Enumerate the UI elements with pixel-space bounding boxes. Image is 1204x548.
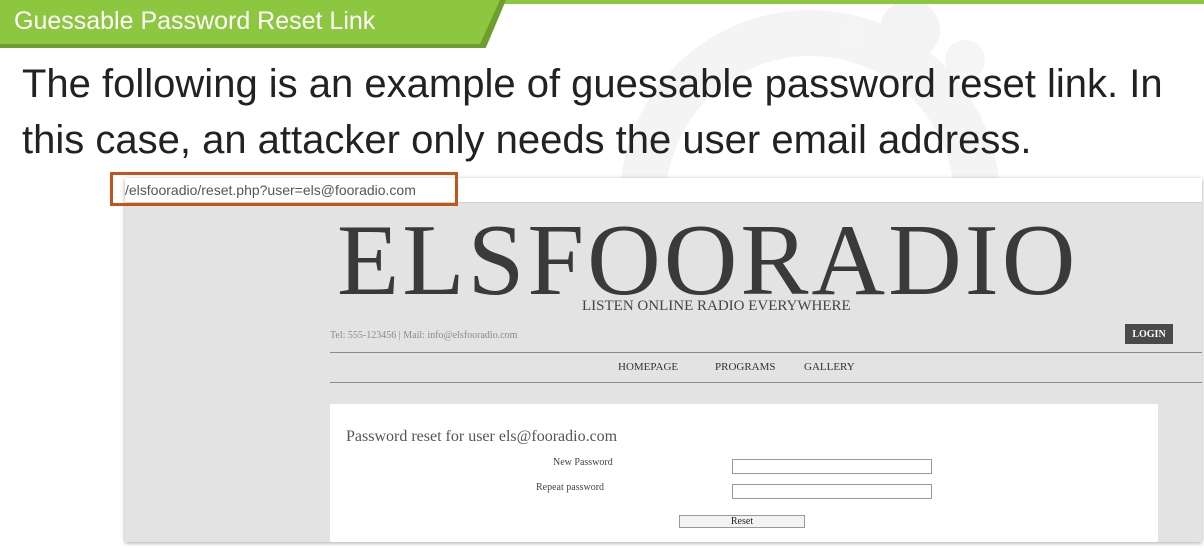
background-dot-decoration bbox=[840, 20, 866, 46]
background-dot-decoration bbox=[880, 0, 940, 60]
login-button[interactable]: LOGIN bbox=[1125, 324, 1173, 344]
site-tagline: LISTEN ONLINE RADIO EVERYWHERE bbox=[582, 298, 851, 314]
reset-button[interactable]: Reset bbox=[679, 515, 805, 528]
nav-item-homepage[interactable]: HOMEPAGE bbox=[618, 361, 678, 373]
nav-item-programs[interactable]: PROGRAMS bbox=[715, 361, 776, 373]
nav-bottom-rule bbox=[330, 382, 1202, 383]
repeat-password-label: Repeat password bbox=[536, 482, 605, 493]
new-password-field[interactable] bbox=[732, 459, 932, 474]
contact-info: Tel: 555-123456 | Mail: info@elsfooradio… bbox=[330, 330, 518, 341]
slide-body-text: The following is an example of guessable… bbox=[22, 62, 1163, 162]
nav-item-gallery[interactable]: GALLERY bbox=[804, 361, 855, 373]
reset-form-panel: Password reset for user els@fooradio.com… bbox=[330, 404, 1158, 542]
reset-form-title: Password reset for user els@fooradio.com bbox=[346, 428, 618, 445]
slide-title: Guessable Password Reset Link bbox=[14, 7, 376, 35]
url-highlight-box bbox=[110, 172, 458, 206]
embedded-screenshot: /elsfooradio/reset.php?user=els@fooradio… bbox=[125, 178, 1202, 542]
new-password-label: New Password bbox=[553, 457, 613, 468]
site-nav: HOMEPAGE PROGRAMS GALLERY bbox=[330, 352, 1202, 382]
site-logo: ELSFOORADIO bbox=[337, 204, 1079, 317]
repeat-password-field[interactable] bbox=[732, 484, 932, 499]
